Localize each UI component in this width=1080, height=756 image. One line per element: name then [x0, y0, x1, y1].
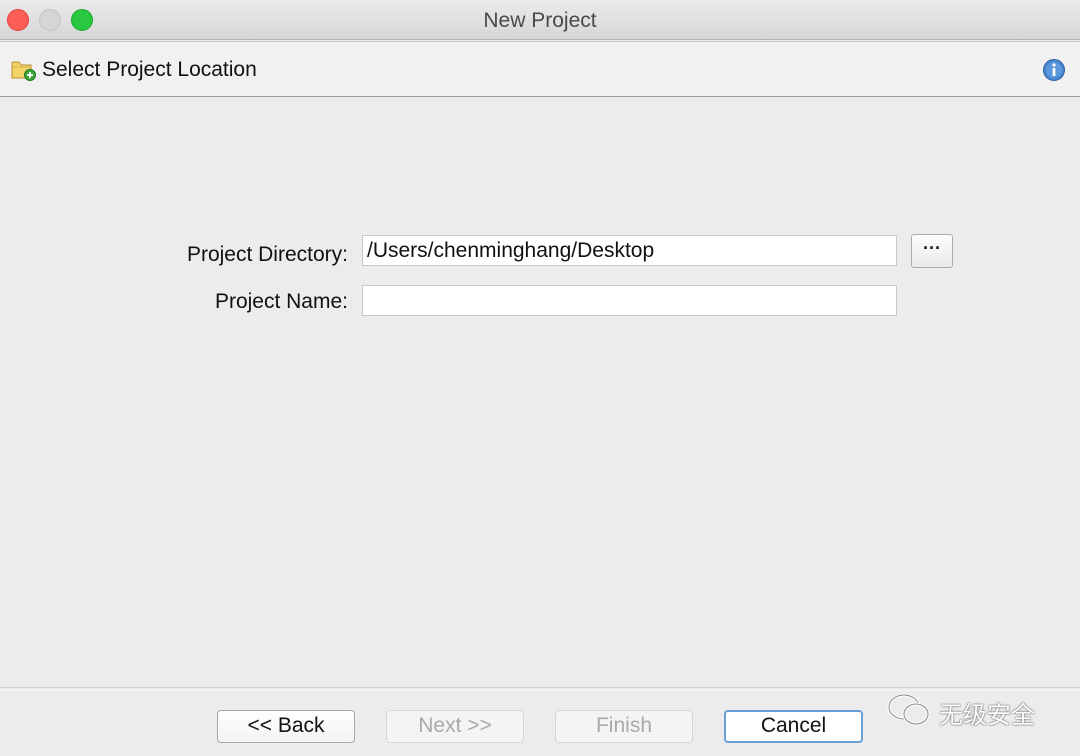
project-directory-input[interactable]	[362, 235, 897, 266]
next-button[interactable]: Next >>	[386, 710, 524, 743]
browse-directory-button[interactable]: ···	[911, 234, 953, 268]
finish-button[interactable]: Finish	[555, 710, 693, 743]
project-directory-label: Project Directory:	[186, 243, 348, 266]
folder-add-icon	[11, 59, 37, 86]
wizard-header: Select Project Location	[0, 41, 1080, 97]
watermark: 无级安全	[884, 689, 1054, 729]
chat-bubbles-icon	[887, 693, 930, 726]
watermark-text: 无级安全	[939, 702, 1035, 729]
info-icon[interactable]	[1042, 58, 1066, 87]
window-title: New Project	[483, 9, 597, 32]
project-name-input[interactable]	[362, 285, 897, 316]
page-title: Select Project Location	[42, 58, 257, 81]
back-button[interactable]: << Back	[217, 710, 355, 743]
window-titlebar[interactable]: New Project	[0, 0, 1080, 40]
cancel-button[interactable]: Cancel	[724, 710, 863, 743]
project-name-label: Project Name:	[214, 290, 348, 313]
